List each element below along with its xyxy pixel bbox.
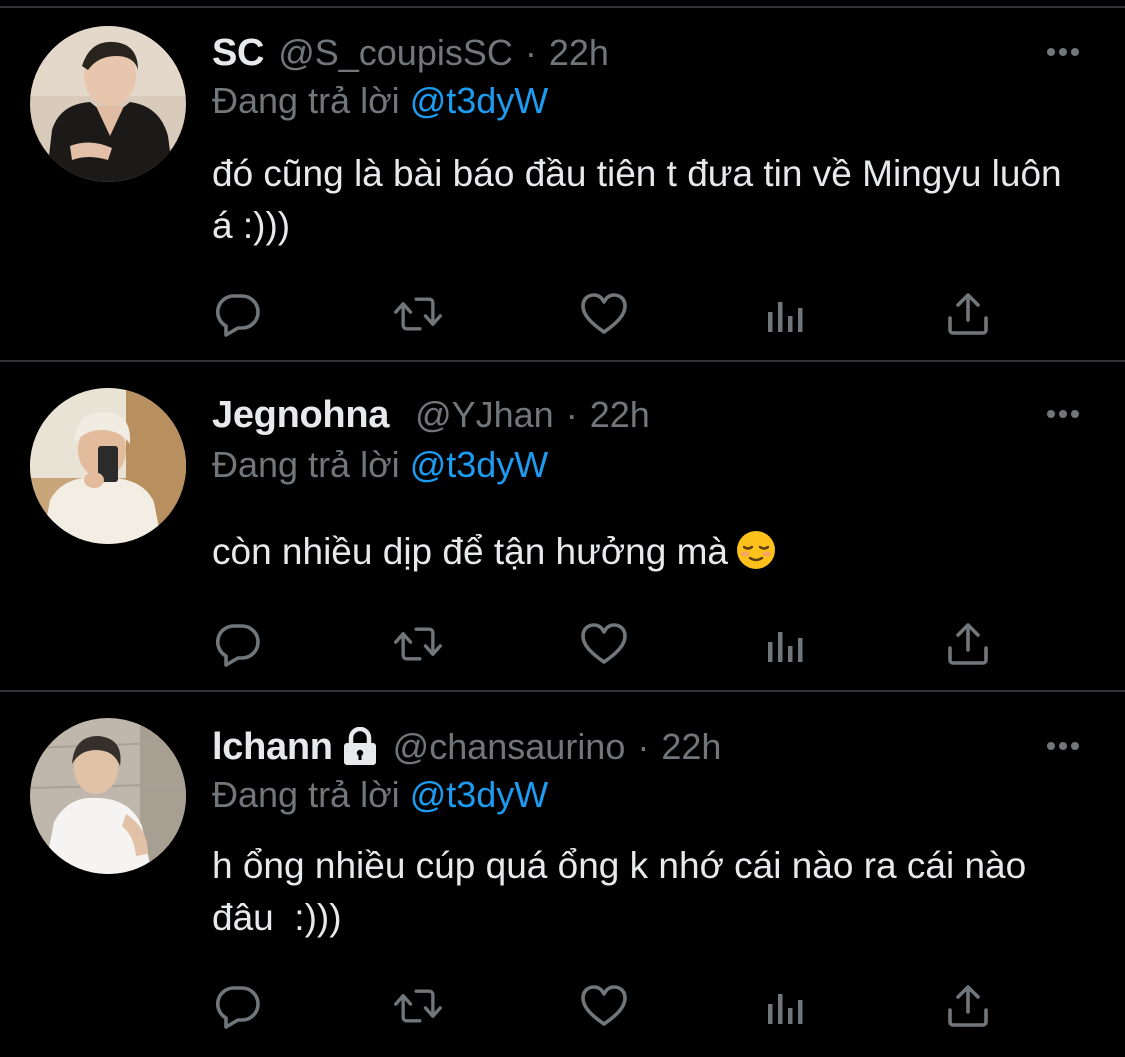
tweet-header: Jegnohna @YJhan · 22h — [212, 390, 650, 440]
replying-to: Đang trả lời @t3dyW — [212, 774, 548, 816]
replying-to-link[interactable]: @t3dyW — [410, 80, 549, 121]
replying-to-link[interactable]: @t3dyW — [410, 774, 549, 815]
like-icon[interactable] — [578, 618, 630, 670]
avatar[interactable] — [30, 718, 186, 874]
tweet[interactable]: lchann @chansaurino · 22h Đang trả lời @… — [0, 692, 1125, 1057]
like-icon[interactable] — [578, 288, 630, 340]
username[interactable]: @S_coupisSC — [278, 32, 513, 74]
more-options-icon[interactable] — [1043, 394, 1083, 434]
tweet-text: h ổng nhiều cúp quá ổng k nhớ cái nào ra… — [212, 845, 1037, 938]
replying-to-label: Đang trả lời — [212, 444, 400, 485]
tweet[interactable]: SC @S_coupisSC · 22h Đang trả lời @t3dyW… — [0, 8, 1125, 362]
tweet-text: đó cũng là bài báo đầu tiên t đưa tin về… — [212, 153, 1062, 246]
tweet-actions — [212, 288, 1002, 340]
separator: · — [524, 32, 537, 73]
replying-to: Đang trả lời @t3dyW — [212, 444, 548, 486]
retweet-icon[interactable] — [392, 288, 444, 340]
reply-icon[interactable] — [212, 980, 264, 1032]
separator: · — [637, 726, 650, 767]
retweet-icon[interactable] — [392, 980, 444, 1032]
tweet-text: còn nhiều dịp để tận hưởng mà — [212, 526, 1072, 584]
timestamp[interactable]: 22h — [590, 394, 650, 436]
relieved-face-emoji — [736, 530, 776, 584]
username[interactable]: @YJhan — [415, 394, 554, 436]
display-name[interactable]: Jegnohna — [212, 394, 389, 437]
display-name[interactable]: lchann — [212, 726, 333, 769]
avatar[interactable] — [30, 388, 186, 544]
tweet-text-content: còn nhiều dịp để tận hưởng mà — [212, 531, 728, 572]
like-icon[interactable] — [578, 980, 630, 1032]
separator: · — [565, 394, 578, 435]
top-divider — [0, 0, 1125, 8]
retweet-icon[interactable] — [392, 618, 444, 670]
more-options-icon[interactable] — [1043, 32, 1083, 72]
tweet-actions — [212, 618, 1002, 670]
reply-icon[interactable] — [212, 288, 264, 340]
reply-icon[interactable] — [212, 618, 264, 670]
display-name[interactable]: SC — [212, 32, 265, 75]
username[interactable]: @chansaurino — [393, 726, 626, 768]
tweet-actions — [212, 980, 1002, 1032]
tweet-header: SC @S_coupisSC · 22h — [212, 28, 609, 78]
share-icon[interactable] — [942, 980, 994, 1032]
replying-to-link[interactable]: @t3dyW — [410, 444, 549, 485]
share-icon[interactable] — [942, 288, 994, 340]
more-options-icon[interactable] — [1043, 726, 1083, 766]
replying-to-label: Đang trả lời — [212, 774, 400, 815]
avatar[interactable] — [30, 26, 186, 182]
views-icon[interactable] — [760, 980, 812, 1032]
views-icon[interactable] — [760, 618, 812, 670]
replying-to: Đang trả lời @t3dyW — [212, 80, 548, 122]
tweet-header: lchann @chansaurino · 22h — [212, 722, 721, 772]
timestamp[interactable]: 22h — [661, 726, 721, 768]
timestamp[interactable]: 22h — [549, 32, 609, 74]
replying-to-label: Đang trả lời — [212, 80, 400, 121]
tweet[interactable]: Jegnohna @YJhan · 22h Đang trả lời @t3dy… — [0, 362, 1125, 692]
lock-icon — [341, 727, 379, 767]
views-icon[interactable] — [760, 288, 812, 340]
share-icon[interactable] — [942, 618, 994, 670]
